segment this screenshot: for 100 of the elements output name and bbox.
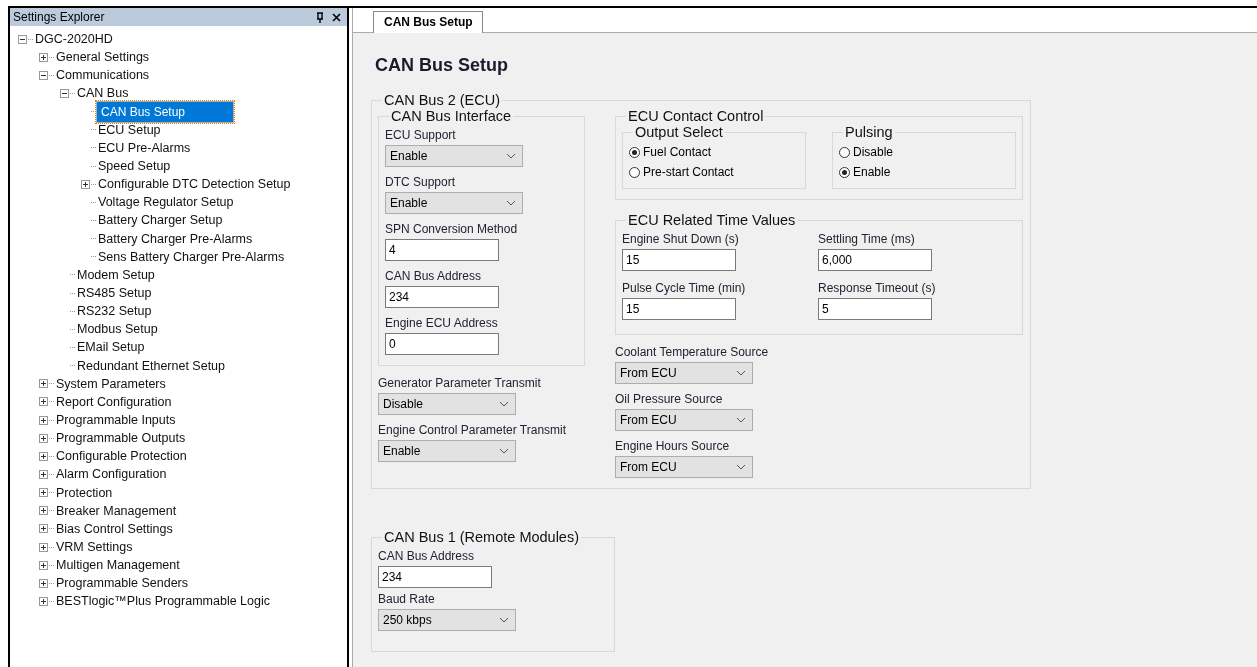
text-field[interactable]: 0 — [385, 333, 499, 355]
chevron-icon — [736, 417, 746, 423]
dropdown[interactable]: Enable — [385, 192, 523, 214]
tree-item[interactable]: Voltage Regulator Setup — [96, 194, 236, 211]
tree-item[interactable]: Multigen Management — [54, 557, 182, 574]
tree-item[interactable]: Alarm Configuration — [54, 466, 169, 483]
tree-item[interactable]: Sens Battery Charger Pre-Alarms — [96, 248, 287, 265]
expander-icon[interactable] — [39, 542, 48, 552]
radio-circle[interactable] — [629, 166, 640, 178]
expander-icon[interactable] — [81, 179, 90, 189]
field-label: Engine Shut Down (s) — [622, 232, 739, 246]
tree-item[interactable]: CAN Bus Setup — [96, 100, 234, 123]
expander-icon[interactable] — [39, 596, 48, 606]
chevron-icon — [499, 401, 509, 407]
field-label: Engine Control Parameter Transmit — [378, 423, 567, 437]
expander-icon[interactable] — [39, 397, 48, 407]
tree-item[interactable]: Modem Setup — [75, 266, 157, 283]
expander-icon[interactable] — [39, 52, 48, 62]
text-field[interactable]: 6,000 — [818, 249, 932, 271]
group-title: CAN Bus 2 (ECU) — [383, 92, 502, 108]
tree-item[interactable]: Battery Charger Pre-Alarms — [96, 230, 255, 247]
chevron-icon — [499, 617, 509, 623]
radio-circle[interactable] — [839, 166, 850, 178]
expander-icon[interactable] — [18, 34, 27, 44]
field-label: Generator Parameter Transmit — [378, 376, 541, 390]
expander-icon[interactable] — [39, 560, 48, 570]
dropdown[interactable]: From ECU — [615, 456, 753, 478]
expander-icon[interactable] — [39, 433, 48, 443]
tree-item[interactable]: Programmable Inputs — [54, 412, 178, 428]
tree-item[interactable]: BESTlogic™Plus Programmable Logic — [54, 593, 272, 610]
tree-item[interactable]: ECU Setup — [96, 121, 163, 138]
expander-icon[interactable] — [39, 506, 48, 516]
tree-item[interactable]: General Settings — [54, 49, 152, 66]
field-label: DTC Support — [385, 175, 456, 189]
field-label: Engine ECU Address — [385, 316, 498, 330]
expander-icon[interactable] — [39, 415, 48, 425]
field-label: Response Timeout (s) — [818, 281, 936, 295]
tree-item[interactable]: Bias Control Settings — [54, 520, 175, 537]
dropdown[interactable]: Enable — [385, 145, 523, 167]
expander-icon[interactable] — [39, 524, 48, 534]
radio-circle[interactable] — [839, 146, 850, 158]
text-field[interactable]: 5 — [818, 298, 932, 320]
tree-item[interactable]: Programmable Outputs — [54, 430, 188, 447]
expander-icon[interactable] — [39, 488, 48, 498]
dropdown[interactable]: 250 kbps — [378, 609, 516, 631]
tree-item[interactable]: Programmable Senders — [54, 575, 190, 592]
expander-icon[interactable] — [39, 469, 48, 479]
pin-icon[interactable] — [316, 11, 324, 23]
tree-item[interactable]: Communications — [54, 67, 152, 84]
dropdown[interactable]: From ECU — [615, 362, 753, 384]
radio-button[interactable]: Disable — [839, 142, 1009, 162]
tree-item[interactable]: DGC-2020HD — [33, 31, 115, 48]
expander-icon[interactable] — [39, 451, 48, 461]
field-label: SPN Conversion Method — [385, 222, 518, 236]
chevron-icon — [736, 370, 746, 376]
text-field[interactable]: 4 — [385, 239, 499, 261]
group-title: ECU Contact Control — [627, 108, 765, 124]
close-icon[interactable] — [332, 12, 341, 22]
tree-item[interactable]: ECU Pre-Alarms — [96, 139, 193, 156]
tree-item[interactable]: VRM Settings — [54, 539, 135, 555]
tree-item[interactable]: System Parameters — [54, 375, 168, 392]
expander-icon[interactable] — [39, 578, 48, 588]
tree-item[interactable]: Breaker Management — [54, 502, 179, 519]
text-field[interactable]: 15 — [622, 298, 736, 320]
field-label: Oil Pressure Source — [615, 392, 723, 406]
group-title: CAN Bus Interface — [390, 108, 513, 124]
tree-item[interactable]: EMail Setup — [75, 339, 147, 356]
tree-item[interactable]: Configurable Protection — [54, 448, 189, 465]
dropdown[interactable]: Disable — [378, 393, 516, 415]
field-label: Settling Time (ms) — [818, 232, 915, 246]
page-title: CAN Bus Setup — [375, 55, 509, 76]
tree-item[interactable]: RS485 Setup — [75, 285, 154, 302]
chevron-icon — [736, 464, 746, 470]
radio-button[interactable]: Enable — [839, 162, 1009, 182]
tree-item[interactable]: Configurable DTC Detection Setup — [96, 176, 293, 193]
tree-item[interactable]: RS232 Setup — [75, 303, 154, 320]
text-field[interactable]: 234 — [385, 286, 499, 308]
text-field[interactable]: 15 — [622, 249, 736, 271]
radio-circle[interactable] — [629, 146, 640, 158]
radio-button[interactable]: Pre-start Contact — [629, 162, 799, 182]
tree-item[interactable]: Redundant Ethernet Setup — [75, 357, 228, 374]
tab[interactable]: CAN Bus Setup — [373, 11, 483, 33]
tree-item[interactable]: CAN Bus — [75, 85, 131, 102]
tree-item[interactable]: Protection — [54, 484, 115, 501]
dropdown[interactable]: Enable — [378, 440, 516, 462]
radio-button[interactable]: Fuel Contact — [629, 142, 799, 162]
expander-icon[interactable] — [39, 70, 48, 80]
text-field[interactable]: 234 — [378, 566, 492, 588]
chevron-icon — [506, 200, 516, 206]
chevron-icon — [499, 448, 509, 454]
tree-item[interactable]: Report Configuration — [54, 393, 174, 410]
tree-item[interactable]: Modbus Setup — [75, 321, 160, 338]
dropdown[interactable]: From ECU — [615, 409, 753, 431]
tree-item[interactable]: Battery Charger Setup — [96, 212, 225, 229]
field-label: CAN Bus Address — [378, 549, 475, 563]
tree-item[interactable]: Speed Setup — [96, 158, 173, 175]
expander-icon[interactable] — [39, 379, 48, 389]
field-label: Baud Rate — [378, 592, 435, 606]
expander-icon[interactable] — [60, 89, 69, 98]
field-label: Pulse Cycle Time (min) — [622, 281, 746, 295]
